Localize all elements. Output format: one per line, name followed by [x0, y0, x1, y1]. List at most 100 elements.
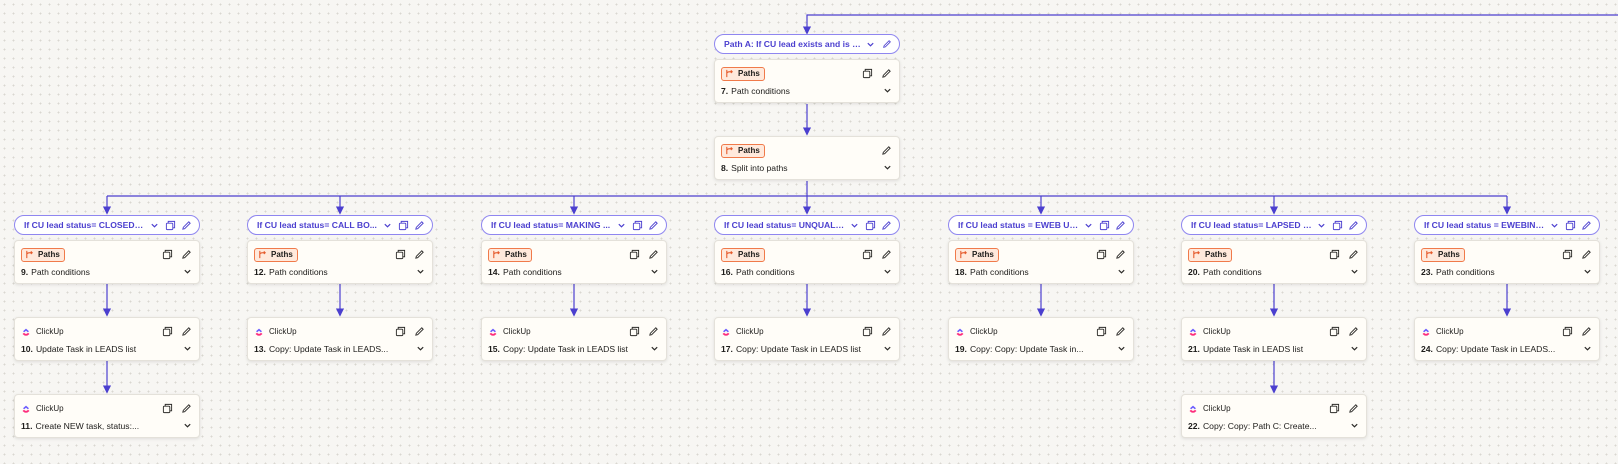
- chevron-down-icon[interactable]: [181, 266, 193, 278]
- copy-icon[interactable]: [860, 67, 874, 81]
- step-card-22[interactable]: ClickUp 22. Copy: Copy: Path C: Create...: [1181, 394, 1367, 438]
- copy-icon[interactable]: [164, 219, 177, 232]
- step-card-24[interactable]: ClickUp 24. Copy: Update Task in LEADS...: [1414, 317, 1600, 361]
- copy-icon[interactable]: [1327, 248, 1341, 262]
- chevron-down-icon[interactable]: [1315, 219, 1328, 232]
- copy-icon[interactable]: [631, 219, 644, 232]
- copy-icon[interactable]: [1094, 325, 1108, 339]
- pencil-icon[interactable]: [1346, 248, 1360, 262]
- copy-icon[interactable]: [1560, 325, 1574, 339]
- step-card-16[interactable]: Paths 16. Path conditions: [714, 240, 900, 284]
- step-card-13[interactable]: ClickUp 13. Copy: Update Task in LEADS...: [247, 317, 433, 361]
- branch-pill-2[interactable]: If CU lead status= CALL BO...: [247, 215, 433, 235]
- copy-icon[interactable]: [860, 248, 874, 262]
- copy-icon[interactable]: [1098, 219, 1111, 232]
- step-card-8[interactable]: Paths 8. Split into paths: [714, 136, 900, 180]
- chevron-down-icon[interactable]: [181, 343, 193, 355]
- pencil-icon[interactable]: [879, 67, 893, 81]
- pencil-icon[interactable]: [179, 402, 193, 416]
- step-card-7[interactable]: Paths 7. Path conditions: [714, 59, 900, 103]
- step-card-18[interactable]: Paths 18. Path conditions: [948, 240, 1134, 284]
- pencil-icon[interactable]: [879, 144, 893, 158]
- step-card-19[interactable]: ClickUp 19. Copy: Copy: Update Task in...: [948, 317, 1134, 361]
- pencil-icon[interactable]: [412, 325, 426, 339]
- pencil-icon[interactable]: [1579, 325, 1593, 339]
- pencil-icon[interactable]: [179, 325, 193, 339]
- branch-pill-1[interactable]: If CU lead status= CLOSED [...: [14, 215, 200, 235]
- step-card-9[interactable]: Paths 9. Path conditions: [14, 240, 200, 284]
- chevron-down-icon[interactable]: [881, 85, 893, 97]
- step-card-17[interactable]: ClickUp 17. Copy: Update Task in LEADS lis…: [714, 317, 900, 361]
- copy-icon[interactable]: [864, 219, 877, 232]
- path-a-pill[interactable]: Path A: If CU lead exists and is i...: [714, 34, 900, 54]
- chevron-down-icon[interactable]: [1348, 343, 1360, 355]
- step-card-11[interactable]: ClickUp 11. Create NEW task, status:...: [14, 394, 200, 438]
- copy-icon[interactable]: [1327, 402, 1341, 416]
- copy-icon[interactable]: [393, 248, 407, 262]
- copy-icon[interactable]: [860, 325, 874, 339]
- chevron-down-icon[interactable]: [881, 266, 893, 278]
- chevron-down-icon[interactable]: [648, 266, 660, 278]
- copy-icon[interactable]: [1094, 248, 1108, 262]
- copy-icon[interactable]: [393, 325, 407, 339]
- chevron-down-icon[interactable]: [1348, 420, 1360, 432]
- pencil-icon[interactable]: [646, 325, 660, 339]
- pencil-icon[interactable]: [880, 219, 893, 232]
- pencil-icon[interactable]: [879, 325, 893, 339]
- pencil-icon[interactable]: [1580, 219, 1593, 232]
- chevron-down-icon[interactable]: [381, 219, 394, 232]
- copy-icon[interactable]: [160, 325, 174, 339]
- copy-icon[interactable]: [1560, 248, 1574, 262]
- pencil-icon[interactable]: [1113, 248, 1127, 262]
- copy-icon[interactable]: [1327, 325, 1341, 339]
- pencil-icon[interactable]: [413, 219, 426, 232]
- copy-icon[interactable]: [627, 248, 641, 262]
- step-card-15[interactable]: ClickUp 15. Copy: Update Task in LEADS lis…: [481, 317, 667, 361]
- pencil-icon[interactable]: [880, 38, 893, 51]
- branch-pill-3[interactable]: If CU lead status= MAKING ...: [481, 215, 667, 235]
- chevron-down-icon[interactable]: [615, 219, 628, 232]
- pencil-icon[interactable]: [412, 248, 426, 262]
- chevron-down-icon[interactable]: [414, 266, 426, 278]
- pencil-icon[interactable]: [1347, 219, 1360, 232]
- chevron-down-icon[interactable]: [1115, 266, 1127, 278]
- copy-icon[interactable]: [160, 248, 174, 262]
- branch-pill-7[interactable]: If CU lead status = EWEBINAR: [1414, 215, 1600, 235]
- pencil-icon[interactable]: [179, 248, 193, 262]
- pencil-icon[interactable]: [180, 219, 193, 232]
- branch-pill-5[interactable]: If CU lead status = EWEB UN...: [948, 215, 1134, 235]
- chevron-down-icon[interactable]: [864, 38, 877, 51]
- chevron-down-icon[interactable]: [1082, 219, 1095, 232]
- chevron-down-icon[interactable]: [1348, 266, 1360, 278]
- chevron-down-icon[interactable]: [1115, 343, 1127, 355]
- copy-icon[interactable]: [397, 219, 410, 232]
- chevron-down-icon[interactable]: [881, 343, 893, 355]
- copy-icon[interactable]: [160, 402, 174, 416]
- chevron-down-icon[interactable]: [881, 162, 893, 174]
- copy-icon[interactable]: [1564, 219, 1577, 232]
- chevron-down-icon[interactable]: [648, 343, 660, 355]
- pencil-icon[interactable]: [1579, 248, 1593, 262]
- pencil-icon[interactable]: [1346, 325, 1360, 339]
- step-card-14[interactable]: Paths 14. Path conditions: [481, 240, 667, 284]
- chevron-down-icon[interactable]: [1581, 343, 1593, 355]
- chevron-down-icon[interactable]: [1581, 266, 1593, 278]
- pencil-icon[interactable]: [879, 248, 893, 262]
- pencil-icon[interactable]: [647, 219, 660, 232]
- copy-icon[interactable]: [627, 325, 641, 339]
- chevron-down-icon[interactable]: [848, 219, 861, 232]
- chevron-down-icon[interactable]: [148, 219, 161, 232]
- step-card-20[interactable]: Paths 20. Path conditions: [1181, 240, 1367, 284]
- branch-pill-4[interactable]: If CU lead status= UNQUALI...: [714, 215, 900, 235]
- step-card-12[interactable]: Paths 12. Path conditions: [247, 240, 433, 284]
- step-card-21[interactable]: ClickUp 21. Update Task in LEADS list: [1181, 317, 1367, 361]
- step-card-23[interactable]: Paths 23. Path conditions: [1414, 240, 1600, 284]
- pencil-icon[interactable]: [1113, 325, 1127, 339]
- pencil-icon[interactable]: [1346, 402, 1360, 416]
- chevron-down-icon[interactable]: [181, 420, 193, 432]
- branch-pill-6[interactable]: If CU lead status= LAPSED C...: [1181, 215, 1367, 235]
- pencil-icon[interactable]: [1114, 219, 1127, 232]
- step-card-10[interactable]: ClickUp 10. Update Task in LEADS list: [14, 317, 200, 361]
- chevron-down-icon[interactable]: [1548, 219, 1561, 232]
- pencil-icon[interactable]: [646, 248, 660, 262]
